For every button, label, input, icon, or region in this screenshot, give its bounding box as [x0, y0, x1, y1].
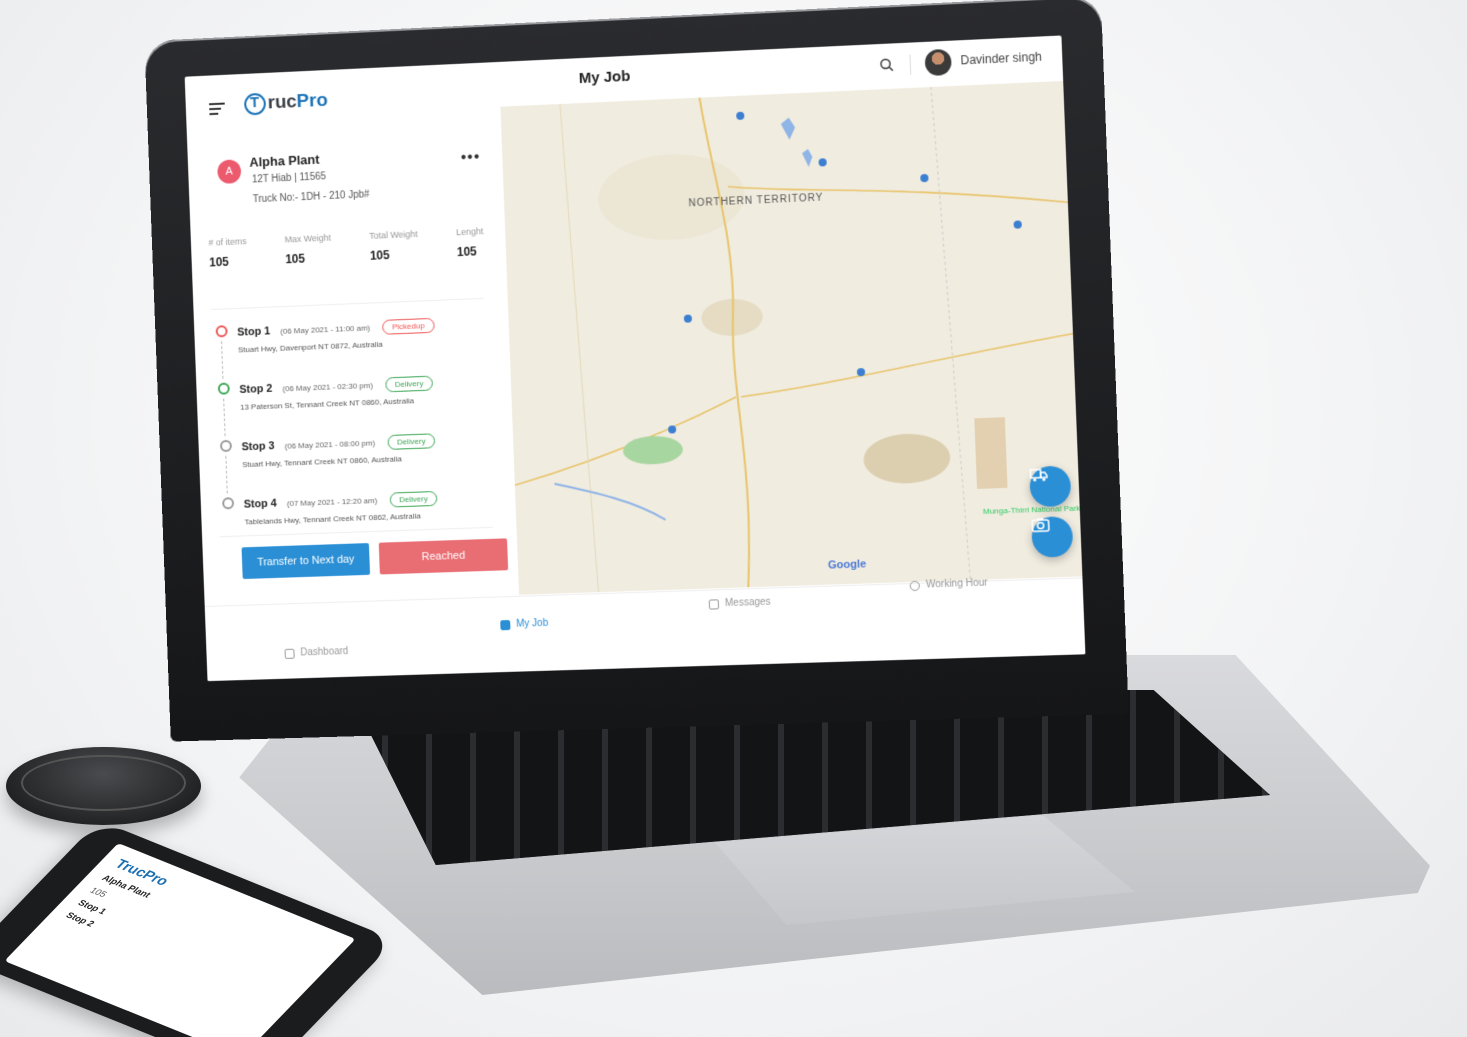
job-title: Alpha Plant: [249, 151, 320, 170]
nav-my-job[interactable]: My Job: [500, 618, 548, 630]
nav-label: My Job: [516, 617, 549, 630]
lens-cap: [6, 747, 201, 825]
stop-date: (06 May 2021 - 11:00 am): [280, 323, 371, 336]
stop-title: Stop 1: [237, 325, 271, 339]
divider: [211, 297, 484, 310]
clock-icon: [909, 580, 921, 591]
message-icon: [708, 598, 720, 610]
dashboard-grid-icon: [284, 648, 295, 659]
google-logo: Google: [827, 558, 867, 572]
nav-label: Dashboard: [300, 646, 349, 659]
stat-value: 105: [208, 254, 230, 270]
stat-label: # of items: [208, 236, 247, 248]
camera-icon: [1031, 517, 1050, 534]
stat-value: 105: [285, 251, 306, 267]
location-pin-icon: [217, 382, 230, 395]
stop-address: Tablelands Hwy, Tennant Creek NT 0862, A…: [244, 511, 421, 527]
job-stats: # of items 105 Max Weight 105 Total Weig…: [208, 226, 484, 269]
stop-date: (07 May 2021 - 12:20 am): [286, 496, 378, 509]
truck-number: Truck No:- 1DH - 210 Jpb#: [252, 189, 370, 206]
phone-stop-2: Stop 2: [63, 910, 97, 929]
status-badge: Pickedup: [382, 317, 435, 335]
page-title: My Job: [578, 67, 631, 88]
nav-label: Working Hour: [925, 577, 988, 591]
stat-value: 105: [456, 244, 477, 260]
stop-title: Stop 2: [239, 382, 273, 396]
app-logo[interactable]: rucPro: [243, 89, 329, 116]
stop-title: Stop 3: [241, 440, 275, 454]
stop-date: (06 May 2021 - 02:30 pm): [282, 380, 374, 394]
laptop-lid: rucPro My Job Davinder singh A Alpha Pla…: [144, 0, 1129, 742]
stop-item[interactable]: Stop 3 (06 May 2021 - 08:00 pm) Delivery…: [219, 428, 507, 496]
job-subtitle: 12T Hiab | 11565: [251, 171, 327, 186]
route-line: [223, 398, 226, 437]
map-roads: [500, 81, 1082, 595]
stat-label: Lenght: [455, 226, 484, 238]
logo-text: ruc: [267, 91, 298, 114]
phone-screen: TrucPro Alpha Plant 105 Stop 1 Stop 2: [4, 843, 356, 1037]
stop-title: Stop 4: [243, 497, 277, 511]
route-line: [221, 341, 224, 379]
stat-label: Total Weight: [368, 228, 418, 241]
stop-date: (06 May 2021 - 08:00 pm): [284, 438, 376, 451]
stop-address: Stuart Hwy, Davenport NT 0872, Australia: [237, 339, 383, 355]
job-avatar: A: [217, 159, 242, 185]
stop-address: Stuart Hwy, Tennant Creek NT 0860, Austr…: [242, 454, 403, 470]
transfer-next-day-button[interactable]: Transfer to Next day: [241, 543, 371, 580]
nav-working-hour[interactable]: Working Hour: [909, 577, 988, 591]
stop-address: 13 Paterson St, Tennant Creek NT 0860, A…: [239, 396, 415, 412]
location-pin-icon: [222, 497, 235, 510]
status-badge: Delivery: [389, 490, 438, 508]
stat-total-weight: Total Weight 105: [369, 229, 419, 263]
stop-list: Stop 1 (06 May 2021 - 11:00 am) Pickedup…: [215, 312, 509, 553]
search-icon[interactable]: [879, 57, 894, 72]
stat-length: Lenght 105: [456, 226, 484, 259]
stat-max-weight: Max Weight 105: [284, 233, 332, 267]
user-name[interactable]: Davinder singh: [960, 50, 1042, 68]
stat-label: Max Weight: [284, 232, 332, 245]
briefcase-icon: [500, 619, 511, 630]
stat-value: 105: [369, 248, 390, 263]
status-badge: Delivery: [384, 375, 434, 393]
stat-items: # of items 105: [208, 236, 247, 269]
stop-item[interactable]: Stop 2 (06 May 2021 - 02:30 pm) Delivery…: [217, 370, 505, 438]
truck-icon: [1029, 466, 1048, 482]
user-avatar[interactable]: [924, 48, 952, 77]
more-options-icon[interactable]: •••: [460, 149, 480, 168]
status-badge: Delivery: [386, 433, 436, 450]
nav-messages[interactable]: Messages: [708, 596, 771, 610]
job-panel: A Alpha Plant 12T Hiab | 11565 Truck No:…: [187, 127, 520, 607]
app-screen: rucPro My Job Davinder singh A Alpha Pla…: [184, 35, 1086, 682]
location-pin-icon: [219, 439, 233, 453]
hamburger-menu-icon[interactable]: [209, 102, 225, 116]
logo-mark-icon: [243, 92, 267, 116]
pickup-check-icon: [215, 325, 228, 338]
nav-dashboard[interactable]: Dashboard: [284, 646, 349, 659]
divider: [909, 54, 912, 75]
nav-label: Messages: [724, 596, 771, 610]
route-map[interactable]: NORTHERN TERRITORY Munga-Thirri National…: [500, 80, 1083, 595]
route-line: [225, 455, 228, 494]
logo-accent-text: Pro: [296, 89, 329, 113]
phone-stat-value: 105: [87, 885, 110, 899]
reached-button[interactable]: Reached: [378, 538, 509, 575]
